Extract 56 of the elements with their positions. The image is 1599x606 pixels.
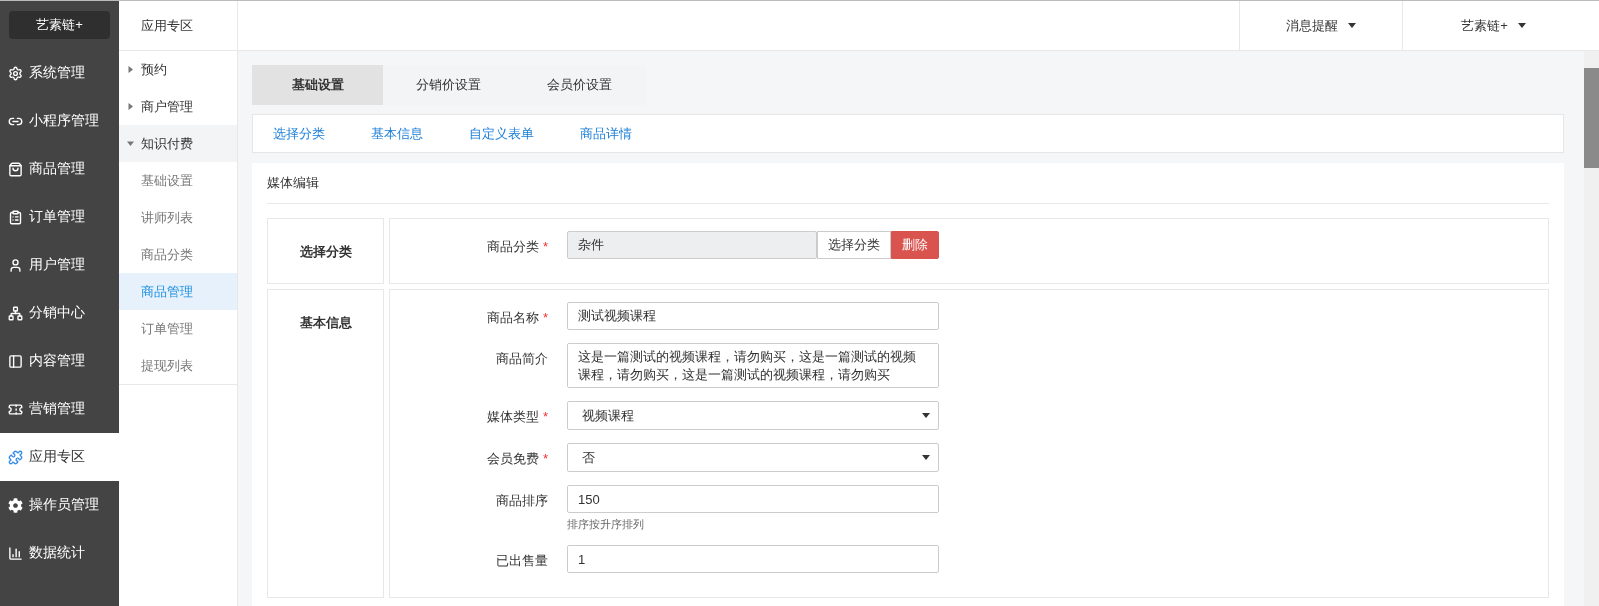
caret-right-icon — [127, 66, 134, 73]
nav-item[interactable]: 内容管理 — [0, 337, 119, 385]
scrollbar[interactable] — [1584, 51, 1599, 606]
panel-icon — [8, 353, 23, 369]
tab[interactable]: 会员价设置 — [514, 65, 645, 105]
user-icon — [8, 257, 23, 273]
field-hint: 排序按升序排列 — [567, 517, 645, 532]
field-label: 商品分类 * — [485, 238, 549, 256]
nav-item[interactable]: 数据统计 — [0, 529, 119, 577]
field-label: 商品排序 — [495, 492, 549, 510]
delete-button[interactable]: 删除 — [891, 231, 939, 259]
nav-item[interactable]: 系统管理 — [0, 49, 119, 97]
nav-item[interactable]: 应用专区 — [0, 433, 119, 481]
tab[interactable]: 分销价设置 — [383, 65, 514, 105]
bar-chart-icon — [8, 545, 23, 561]
nav-item[interactable]: 操作员管理 — [0, 481, 119, 529]
description-field[interactable]: 这是一篇测试的视频课程，请勿购买，这是一篇测试的视频课程，请勿购买，这是一篇测试的视频课程，请勿购买 — [567, 343, 939, 388]
field-label: 媒体类型 * — [485, 408, 549, 426]
anchor-link[interactable]: 基本信息 — [371, 124, 423, 143]
section-title: 选择分类 — [267, 218, 384, 284]
anchor-link[interactable]: 商品详情 — [580, 124, 632, 143]
logo[interactable]: 艺素链+ — [9, 11, 110, 39]
settings-icon — [8, 65, 23, 81]
text-field[interactable]: 1 — [567, 545, 939, 573]
anchor-link[interactable]: 选择分类 — [273, 124, 325, 143]
subnav-group[interactable]: 知识付费 — [119, 125, 237, 162]
select-field[interactable]: 视频课程 — [567, 401, 939, 430]
caret-right-icon — [127, 103, 134, 110]
top-menu[interactable]: 消息提醒 — [1239, 1, 1402, 50]
caret-down-icon — [127, 140, 134, 147]
field-label: 商品名称 * — [485, 309, 549, 327]
panel-title: 媒体编辑 — [267, 163, 1549, 204]
tab[interactable]: 基础设置 — [252, 65, 383, 105]
nav-item[interactable]: 订单管理 — [0, 193, 119, 241]
text-field[interactable]: 150 — [567, 485, 939, 513]
puzzle-icon — [8, 449, 23, 465]
ticket-icon — [8, 401, 23, 417]
field-label: 已出售量 — [495, 552, 549, 570]
choose-category-button[interactable]: 选择分类 — [817, 231, 891, 259]
nav-item[interactable]: 商品管理 — [0, 145, 119, 193]
nav-item[interactable]: 营销管理 — [0, 385, 119, 433]
clipboard-icon — [8, 209, 23, 225]
anchor-link[interactable]: 自定义表单 — [469, 124, 534, 143]
network-icon — [8, 305, 23, 321]
gear-icon — [8, 497, 23, 513]
category-field[interactable]: 杂件 — [567, 231, 817, 259]
nav-item[interactable]: 用户管理 — [0, 241, 119, 289]
text-field[interactable]: 测试视频课程 — [567, 302, 939, 330]
field-label: 会员免费 * — [485, 450, 549, 468]
nav-item[interactable]: 小程序管理 — [0, 97, 119, 145]
select-field[interactable]: 否 — [567, 443, 939, 472]
section-title: 基本信息 — [267, 289, 384, 598]
top-menu[interactable]: 艺素链+ — [1402, 1, 1584, 50]
nav-item[interactable]: 分销中心 — [0, 289, 119, 337]
field-label: 商品简介 — [495, 350, 549, 368]
shopping-bag-icon — [8, 161, 23, 177]
